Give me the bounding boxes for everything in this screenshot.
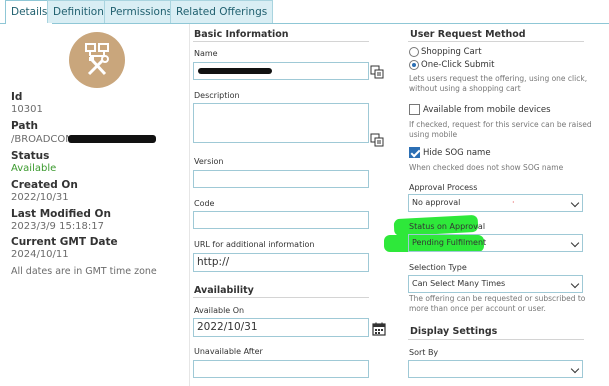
red-mark: · — [512, 198, 515, 207]
mobile-label: Available from mobile devices — [423, 104, 551, 115]
available-on-label: Available On — [194, 306, 245, 315]
description-input[interactable] — [193, 103, 369, 143]
selection-type-select[interactable]: Can Select Many Times — [408, 275, 583, 293]
properties-panel: Id 10301 Path /BROADCOMA Status Availabl… — [0, 24, 190, 386]
tab-permissions[interactable]: Permissions — [104, 0, 179, 23]
display-settings-title: Display Settings — [410, 326, 498, 337]
translate-icon[interactable] — [370, 65, 384, 79]
redaction-bar — [68, 135, 156, 143]
hide-sog-label: Hide SOG name — [423, 147, 491, 158]
url-input[interactable]: http:// — [193, 253, 369, 272]
basic-info-title: Basic Information — [194, 29, 289, 40]
id-label: Id — [11, 91, 23, 103]
tab-related-offerings[interactable]: Related Offerings — [170, 0, 274, 23]
unavailable-after-label: Unavailable After — [194, 347, 263, 356]
url-label: URL for additional information — [194, 240, 315, 249]
radio-button[interactable] — [409, 47, 419, 57]
last-modified-label: Last Modified On — [11, 208, 111, 220]
selection-type-label: Selection Type — [409, 263, 467, 272]
request-method-divider — [408, 41, 584, 42]
tab-definition[interactable]: Definition — [47, 0, 110, 23]
tools-icon — [85, 43, 109, 76]
approval-process-label: Approval Process — [409, 183, 478, 192]
timezone-note: All dates are in GMT time zone — [11, 266, 157, 277]
status-label: Status — [11, 150, 50, 162]
approval-process-select[interactable]: No approval · — [408, 194, 583, 212]
radio-button-selected[interactable] — [409, 60, 419, 70]
basic-info-divider — [193, 41, 369, 42]
display-settings-divider — [408, 339, 584, 340]
sort-by-select[interactable] — [408, 360, 583, 378]
status-on-approval-select[interactable]: Pending Fulfilment — [408, 234, 583, 252]
chevron-down-icon — [570, 364, 580, 374]
shopping-cart-radio[interactable]: Shopping Cart — [409, 47, 482, 57]
one-click-radio[interactable]: One-Click Submit — [409, 60, 494, 70]
last-modified-value: 2023/3/9 15:18:17 — [11, 221, 105, 232]
hide-sog-checkbox-row[interactable]: Hide SOG name — [409, 147, 491, 158]
version-label: Version — [194, 157, 224, 166]
chevron-down-icon — [570, 198, 580, 208]
shopping-cart-label: Shopping Cart — [421, 47, 482, 57]
current-gmt-value: 2024/10/11 — [11, 249, 69, 260]
created-on-label: Created On — [11, 179, 78, 191]
name-label: Name — [194, 49, 218, 58]
chevron-down-icon — [570, 279, 580, 289]
one-click-label: One-Click Submit — [421, 60, 495, 70]
created-on-value: 2022/10/31 — [11, 192, 69, 203]
mobile-checkbox[interactable] — [409, 104, 420, 115]
availability-title: Availability — [194, 285, 254, 296]
code-label: Code — [194, 199, 215, 208]
status-on-approval-value: Pending Fulfilment — [412, 238, 487, 247]
path-label: Path — [11, 120, 38, 132]
chevron-down-icon — [570, 238, 580, 248]
status-value: Available — [11, 163, 57, 174]
code-input[interactable] — [193, 211, 369, 229]
hide-sog-help: When checked does not show SOG name — [409, 163, 564, 172]
availability-divider — [193, 297, 369, 298]
hide-sog-checkbox[interactable] — [409, 147, 420, 158]
unavailable-after-input[interactable] — [193, 360, 369, 378]
selection-type-value: Can Select Many Times — [412, 279, 506, 288]
selection-type-help: The offering can be requested or subscri… — [409, 294, 586, 313]
offering-avatar — [69, 32, 125, 88]
description-label: Description — [194, 91, 240, 100]
status-on-approval-label: Status on Approval — [409, 222, 486, 231]
calendar-icon[interactable] — [372, 322, 386, 336]
available-on-input[interactable]: 2022/10/31 — [193, 318, 369, 337]
mobile-help: If checked, request for this service can… — [409, 120, 592, 139]
version-input[interactable] — [193, 170, 369, 188]
name-redaction — [198, 68, 272, 74]
tab-bar: Details Definition Permissions Related O… — [0, 0, 609, 24]
translate-icon[interactable] — [370, 133, 384, 147]
sort-by-label: Sort By — [409, 348, 439, 357]
id-value: 10301 — [11, 104, 43, 115]
mobile-checkbox-row[interactable]: Available from mobile devices — [409, 104, 551, 115]
request-method-title: User Request Method — [410, 29, 526, 40]
approval-process-value: No approval — [412, 198, 461, 207]
current-gmt-label: Current GMT Date — [11, 236, 118, 248]
one-click-help: Lets users request the offering, using o… — [409, 74, 588, 93]
